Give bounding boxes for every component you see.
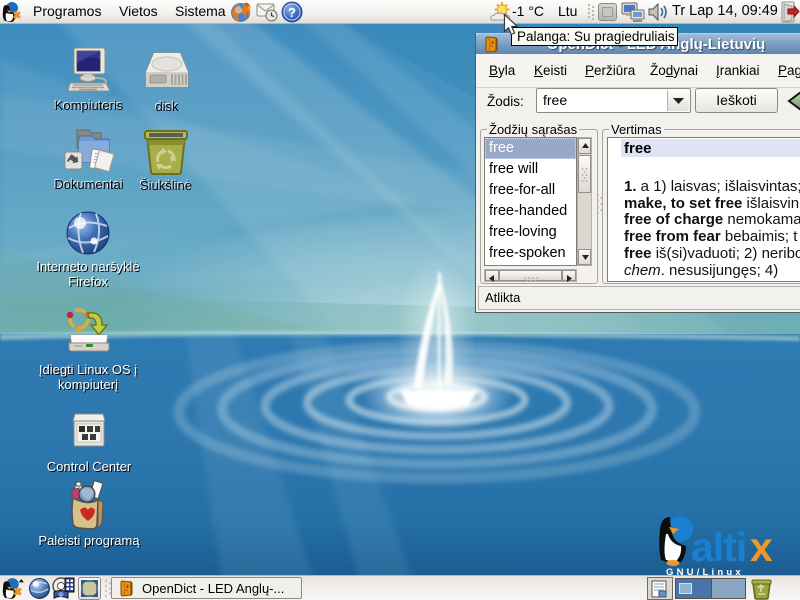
svg-text:x: x: [750, 524, 773, 570]
svg-text:alti: alti: [691, 524, 746, 570]
svg-text:?: ?: [288, 5, 296, 20]
